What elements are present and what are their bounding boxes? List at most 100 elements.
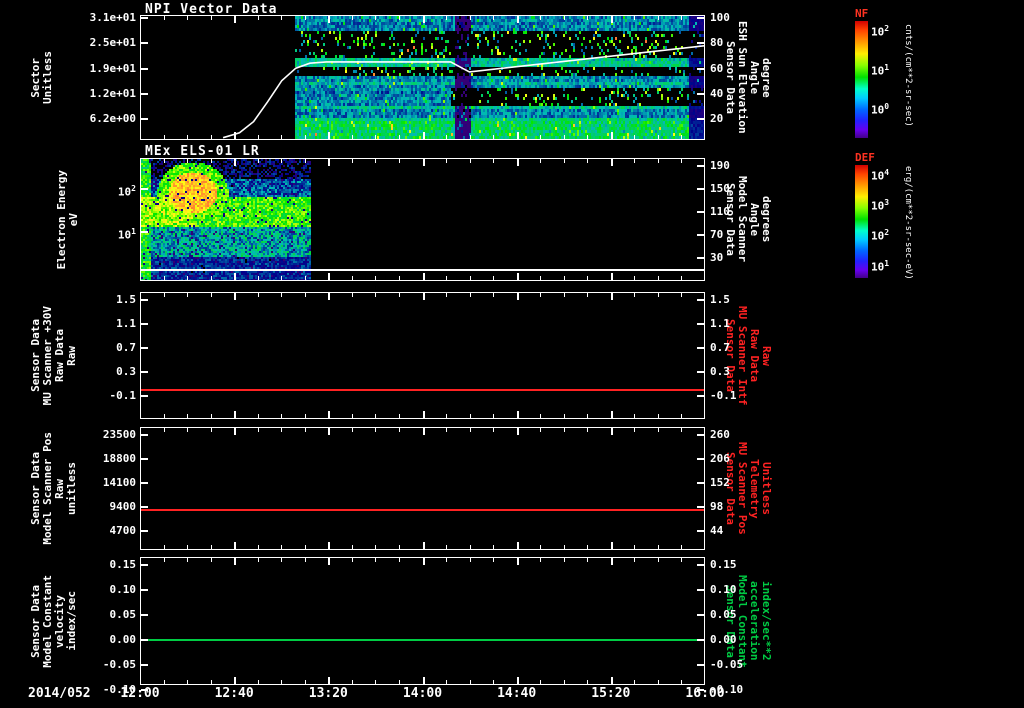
y-tick-label-right: 0.10 bbox=[710, 583, 737, 596]
time-tick bbox=[422, 132, 425, 139]
y-tick-label-left: 1.1 bbox=[116, 317, 136, 331]
time-tick bbox=[634, 293, 636, 297]
y-tick-label-left: -0.1 bbox=[109, 389, 137, 403]
time-tick bbox=[657, 428, 659, 432]
time-tick bbox=[398, 680, 400, 684]
y-tick-label-right: 206 bbox=[710, 451, 730, 465]
time-tick bbox=[516, 677, 519, 684]
y-tick-label-left: 0.15 bbox=[109, 558, 137, 572]
time-tick bbox=[681, 293, 683, 297]
scanner-pos-line bbox=[141, 509, 704, 511]
axis-label-line: degrees bbox=[760, 196, 773, 243]
time-tick-label: 13:20 bbox=[308, 686, 348, 701]
colorbar-tick-label: 103 bbox=[871, 197, 890, 213]
time-tick bbox=[351, 293, 353, 297]
y-tick-label-right: -0.1 bbox=[710, 389, 737, 403]
time-tick bbox=[210, 16, 212, 20]
time-tick bbox=[187, 545, 189, 549]
time-tick-label: 12:40 bbox=[214, 686, 254, 701]
time-tick bbox=[304, 558, 306, 562]
time-tick bbox=[540, 159, 542, 163]
time-tick bbox=[398, 293, 400, 297]
time-tick bbox=[657, 293, 659, 297]
time-tick bbox=[634, 276, 636, 280]
tick-mark bbox=[141, 92, 148, 95]
time-tick bbox=[210, 159, 212, 163]
time-tick bbox=[446, 16, 448, 20]
time-tick bbox=[351, 159, 353, 163]
time-tick bbox=[398, 558, 400, 562]
time-tick bbox=[257, 159, 259, 163]
time-tick bbox=[422, 273, 425, 280]
tick-mark bbox=[141, 67, 148, 70]
time-tick bbox=[210, 276, 212, 280]
time-tick bbox=[516, 293, 519, 300]
time-tick bbox=[681, 680, 683, 684]
time-tick bbox=[634, 558, 636, 562]
time-tick bbox=[398, 428, 400, 432]
time-tick bbox=[587, 558, 589, 562]
time-tick bbox=[375, 159, 377, 163]
y-tick-label-left: 4700 bbox=[109, 524, 137, 538]
y-tick-label-right: 260 bbox=[710, 427, 730, 441]
time-tick bbox=[516, 159, 519, 166]
time-tick bbox=[422, 411, 425, 418]
tick-mark bbox=[141, 530, 148, 533]
y-tick-label-right: 98 bbox=[710, 500, 724, 514]
time-tick bbox=[587, 276, 589, 280]
time-tick bbox=[187, 428, 189, 432]
time-tick bbox=[563, 276, 565, 280]
time-tick bbox=[187, 293, 189, 297]
tick-mark bbox=[697, 589, 704, 591]
time-tick bbox=[187, 159, 189, 163]
time-tick bbox=[375, 414, 377, 418]
y-tick-label-left: 0.00 bbox=[109, 633, 137, 647]
time-tick bbox=[234, 16, 237, 23]
time-tick bbox=[234, 273, 237, 280]
time-tick bbox=[563, 16, 565, 20]
time-tick bbox=[469, 558, 471, 562]
time-tick bbox=[681, 558, 683, 562]
time-tick bbox=[540, 16, 542, 20]
time-tick bbox=[540, 680, 542, 684]
time-tick bbox=[610, 558, 613, 565]
colorbar-tick-label: 104 bbox=[871, 168, 890, 183]
y-tick-label-right: 30 bbox=[710, 250, 724, 264]
colorbar-def bbox=[855, 165, 868, 278]
els-spectrogram bbox=[141, 159, 311, 280]
time-tick bbox=[304, 276, 306, 280]
tick-mark bbox=[697, 210, 704, 213]
time-tick bbox=[234, 411, 237, 418]
plot-area-els bbox=[140, 158, 705, 281]
tick-mark bbox=[697, 395, 704, 398]
tick-mark bbox=[141, 42, 148, 45]
tick-mark bbox=[141, 371, 148, 374]
time-tick bbox=[234, 132, 237, 139]
y-tick-label-left: 1.2e+01 bbox=[89, 86, 136, 100]
time-tick bbox=[469, 16, 471, 20]
tick-mark bbox=[697, 17, 704, 19]
y-tick-label-right: 100 bbox=[710, 11, 730, 24]
time-tick bbox=[681, 545, 683, 549]
time-tick bbox=[610, 293, 613, 300]
time-tick bbox=[328, 293, 331, 300]
tick-mark bbox=[697, 187, 704, 190]
colorbar-def-title: DEF bbox=[855, 151, 875, 164]
time-tick bbox=[516, 16, 519, 23]
y-tick-label-left: 14100 bbox=[102, 476, 136, 490]
time-tick bbox=[281, 276, 283, 280]
time-tick-label: 15:20 bbox=[591, 686, 631, 701]
time-tick bbox=[681, 428, 683, 432]
tick-mark bbox=[697, 564, 704, 567]
time-tick bbox=[446, 680, 448, 684]
y-tick-label-right: 110 bbox=[710, 204, 730, 218]
time-tick bbox=[469, 159, 471, 163]
axis-label-line: index/sec**2 bbox=[760, 581, 773, 661]
time-tick bbox=[422, 16, 425, 23]
time-tick bbox=[540, 293, 542, 297]
y-tick-label-left: 0.3 bbox=[116, 365, 136, 379]
colorbar-tick-label: 102 bbox=[871, 24, 890, 39]
time-tick bbox=[516, 542, 519, 549]
y-tick-label-left: 0.10 bbox=[109, 583, 137, 596]
left-axis-label-npi: Sector Unitless bbox=[22, 15, 62, 140]
